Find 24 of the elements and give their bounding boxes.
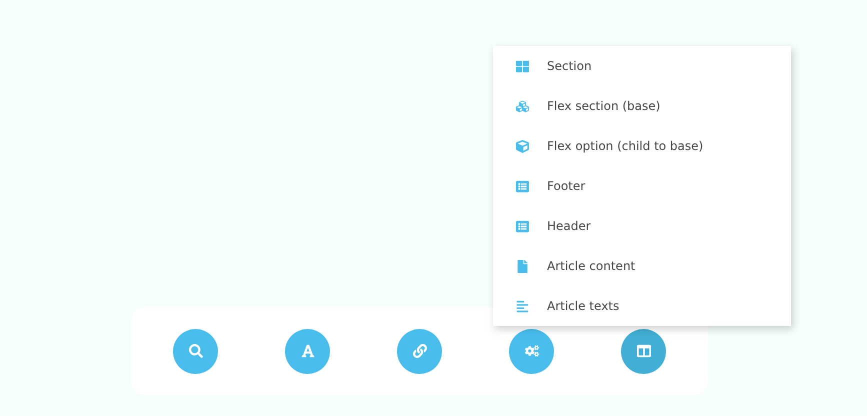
search-icon [188, 344, 202, 358]
menu-item[interactable]: Flex section (base) [493, 86, 791, 126]
list-box-icon [516, 180, 529, 192]
menu-item[interactable]: Article texts [493, 286, 791, 326]
text-lines-icon [516, 300, 529, 312]
menu-item[interactable]: Flex option (child to base) [493, 126, 791, 166]
menu-item[interactable]: Section [493, 46, 791, 86]
toolbar-button[interactable] [285, 328, 330, 374]
link-icon [412, 344, 426, 358]
cube-icon [516, 140, 529, 152]
list-box-icon [516, 220, 529, 232]
letter-icon [300, 344, 314, 358]
toolbar-button[interactable] [397, 328, 442, 374]
cubes-icon [516, 100, 529, 112]
toolbar-button[interactable] [173, 328, 218, 374]
toolbar-button[interactable] [621, 328, 666, 374]
menu-item[interactable]: Footer [493, 166, 791, 206]
file-icon [516, 260, 529, 272]
grid-icon [516, 60, 529, 72]
menu-item[interactable]: Header [493, 206, 791, 246]
menu-item[interactable]: Article content [493, 246, 791, 286]
gears-icon [524, 344, 538, 358]
columns-icon [636, 344, 650, 358]
toolbar-button[interactable] [509, 328, 554, 374]
